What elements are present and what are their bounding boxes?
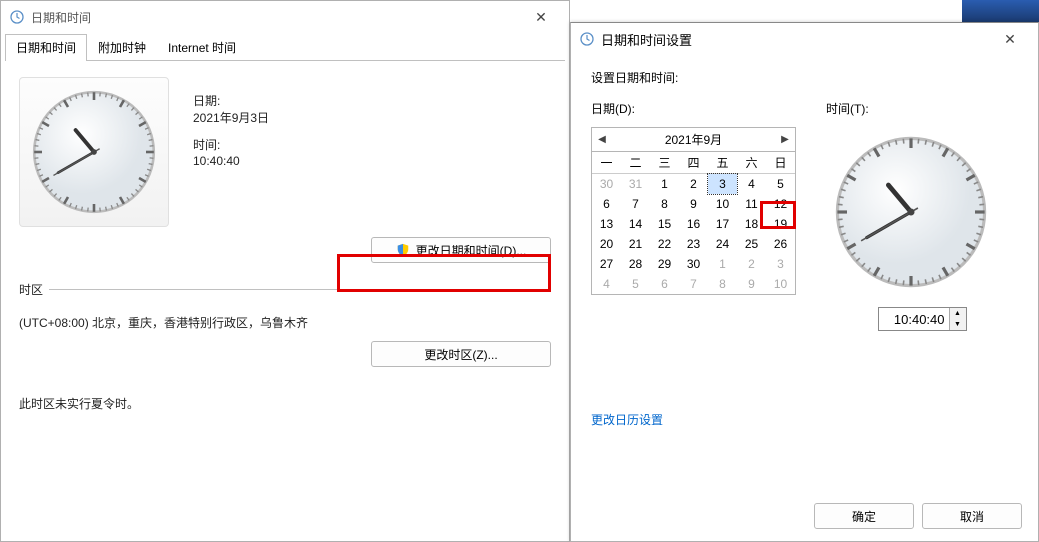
cal-day[interactable]: 2 (679, 174, 708, 194)
dst-note: 此时区未实行夏令时。 (19, 395, 551, 412)
cal-day[interactable]: 9 (679, 194, 708, 214)
cal-day[interactable]: 14 (621, 214, 650, 234)
set-dt-heading: 设置日期和时间: (591, 69, 1018, 86)
analog-clock-left (19, 77, 169, 227)
tz-heading: 时区 (19, 281, 43, 298)
cancel-button[interactable]: 取消 (922, 503, 1022, 529)
calendar-header: ◀ 2021年9月 ▶ (591, 127, 796, 151)
cal-day[interactable]: 8 (650, 194, 679, 214)
cal-day[interactable]: 20 (592, 234, 621, 254)
cal-weekday: 一 (592, 152, 621, 174)
tz-value: (UTC+08:00) 北京，重庆，香港特别行政区，乌鲁木齐 (19, 314, 551, 331)
cal-weekday: 二 (621, 152, 650, 174)
cal-prev-month[interactable]: ◀ (594, 134, 610, 145)
cal-day[interactable]: 30 (592, 174, 621, 194)
date-d-label: 日期(D): (591, 100, 796, 117)
clock-settings-icon (9, 9, 25, 25)
tab-internet-time[interactable]: Internet 时间 (157, 34, 247, 61)
cal-day[interactable]: 23 (679, 234, 708, 254)
cal-day[interactable]: 8 (708, 274, 737, 294)
cal-day[interactable]: 7 (621, 194, 650, 214)
divider (49, 289, 551, 290)
cal-day[interactable]: 27 (592, 254, 621, 274)
clock-settings-icon (579, 31, 595, 47)
date-value: 2021年9月3日 (193, 110, 269, 127)
cal-month-label: 2021年9月 (665, 131, 722, 148)
time-label: 时间: (193, 137, 269, 154)
change-calendar-settings-link[interactable]: 更改日历设置 (591, 411, 663, 428)
cal-day[interactable]: 26 (766, 234, 795, 254)
cal-day[interactable]: 4 (737, 174, 766, 194)
change-timezone-button-label: 更改时区(Z)... (424, 346, 497, 363)
cal-day[interactable]: 9 (737, 274, 766, 294)
cal-day[interactable]: 21 (621, 234, 650, 254)
cal-day[interactable]: 1 (708, 254, 737, 274)
window-title-right: 日期和时间设置 (601, 30, 990, 49)
titlebar-right: 日期和时间设置 ✕ (571, 23, 1038, 55)
cal-day[interactable]: 25 (737, 234, 766, 254)
change-timezone-button[interactable]: 更改时区(Z)... (371, 341, 551, 367)
cal-day[interactable]: 5 (766, 174, 795, 194)
time-spin-down[interactable]: ▼ (950, 319, 966, 330)
cal-day[interactable]: 12 (766, 194, 795, 214)
tab-datetime[interactable]: 日期和时间 (5, 34, 87, 61)
time-spinner: ▲ ▼ (878, 307, 967, 331)
cal-next-month[interactable]: ▶ (777, 134, 793, 145)
cal-day[interactable]: 5 (621, 274, 650, 294)
titlebar-left: 日期和时间 ✕ (1, 1, 569, 33)
cal-day[interactable]: 16 (679, 214, 708, 234)
time-t-label: 时间(T): (826, 100, 1018, 117)
cal-weekday: 三 (650, 152, 679, 174)
cal-weekday: 六 (737, 152, 766, 174)
tab-additional-clocks[interactable]: 附加时钟 (87, 34, 157, 61)
cal-day[interactable]: 4 (592, 274, 621, 294)
date-time-window: 日期和时间 ✕ 日期和时间 附加时钟 Internet 时间 日期: (0, 0, 570, 542)
tab-content: 日期: 2021年9月3日 时间: 10:40:40 更改日期和时间(D)...… (1, 61, 569, 428)
time-input[interactable] (879, 308, 949, 330)
uac-shield-icon (396, 243, 410, 257)
date-label: 日期: (193, 93, 269, 110)
ok-button[interactable]: 确定 (814, 503, 914, 529)
cal-day[interactable]: 17 (708, 214, 737, 234)
close-button-right[interactable]: ✕ (990, 25, 1030, 53)
cal-weekday: 四 (679, 152, 708, 174)
cal-day[interactable]: 31 (621, 174, 650, 194)
time-spin-up[interactable]: ▲ (950, 308, 966, 319)
close-button-left[interactable]: ✕ (521, 3, 561, 31)
cal-day[interactable]: 24 (708, 234, 737, 254)
time-value: 10:40:40 (193, 153, 269, 170)
cal-day[interactable]: 7 (679, 274, 708, 294)
cal-day[interactable]: 10 (766, 274, 795, 294)
cal-day[interactable]: 3 (708, 174, 737, 194)
cal-day[interactable]: 6 (592, 194, 621, 214)
cal-day[interactable]: 30 (679, 254, 708, 274)
cal-weekday: 日 (766, 152, 795, 174)
cal-day[interactable]: 22 (650, 234, 679, 254)
analog-clock-right (826, 127, 996, 297)
window-title-left: 日期和时间 (31, 9, 521, 26)
cal-day[interactable]: 10 (708, 194, 737, 214)
cal-day[interactable]: 3 (766, 254, 795, 274)
cal-day[interactable]: 1 (650, 174, 679, 194)
cal-day[interactable]: 2 (737, 254, 766, 274)
cal-day[interactable]: 13 (592, 214, 621, 234)
date-time-settings-window: 日期和时间设置 ✕ 设置日期和时间: 日期(D): ◀ 2021年9月 ▶ 一二… (570, 22, 1039, 542)
cal-day[interactable]: 18 (737, 214, 766, 234)
change-date-time-button-label: 更改日期和时间(D)... (416, 242, 527, 259)
cal-weekday: 五 (708, 152, 737, 174)
taskbar-fragment (962, 0, 1039, 22)
cal-day[interactable]: 19 (766, 214, 795, 234)
cal-day[interactable]: 6 (650, 274, 679, 294)
cal-day[interactable]: 11 (737, 194, 766, 214)
calendar-grid: 一二三四五六日 30311234567891011121314151617181… (592, 152, 795, 294)
cal-day[interactable]: 15 (650, 214, 679, 234)
cal-day[interactable]: 28 (621, 254, 650, 274)
tabs: 日期和时间 附加时钟 Internet 时间 (5, 33, 565, 61)
change-date-time-button[interactable]: 更改日期和时间(D)... (371, 237, 551, 263)
cal-day[interactable]: 29 (650, 254, 679, 274)
